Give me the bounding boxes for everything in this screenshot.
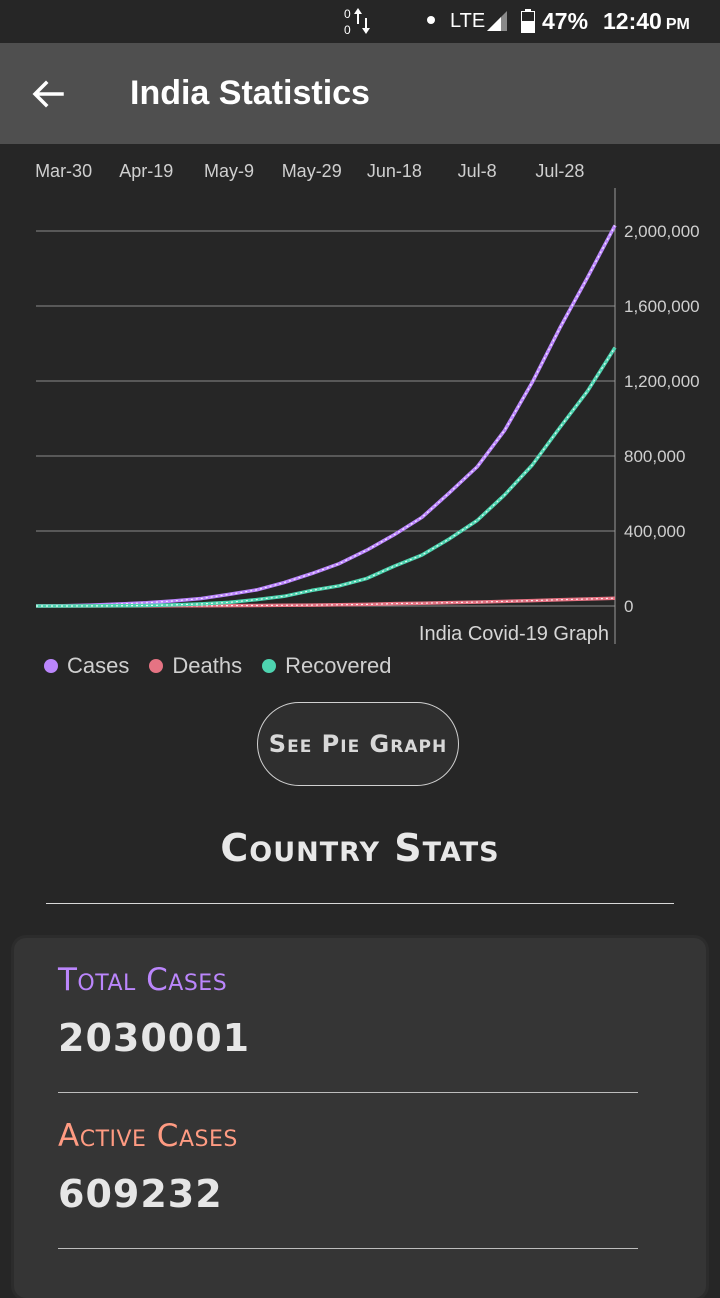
x-axis-ticks: Mar-30 Apr-19 May-9 May-29 Jun-18 Jul-8 Jul-28 [35, 161, 584, 181]
battery-percentage: 47% [542, 8, 589, 34]
active-cases-value: 609232 [58, 1172, 223, 1216]
stats-card: Total Cases 2030001 Active Cases 609232 [14, 938, 706, 1298]
legend-dot-icon [262, 659, 277, 673]
see-pie-graph-button[interactable]: See Pie Graph [257, 702, 459, 786]
clock: 12:40 PM [603, 8, 690, 35]
x-tick-label: Jun-18 [367, 161, 422, 181]
notification-dot-icon [427, 16, 435, 24]
x-tick-label: Jul-8 [458, 161, 497, 181]
clock-ampm: PM [665, 16, 690, 33]
line-chart: Mar-30 Apr-19 May-9 May-29 Jun-18 Jul-8 Jul-28… [35, 161, 700, 645]
legend-dot-icon [149, 659, 164, 673]
x-tick-label: Jul-28 [535, 161, 584, 181]
data-activity-icon: 0 0 [344, 7, 370, 37]
x-tick-label: May-29 [282, 161, 342, 181]
chart-caption: India Covid-19 Graph [419, 623, 609, 645]
y-tick-label: 2,000,000 [624, 222, 700, 241]
x-tick-label: Mar-30 [35, 161, 92, 181]
y-tick-label: 0 [624, 597, 633, 616]
chart-legend: Cases Deaths Recovered [44, 652, 411, 680]
legend-item-cases: Cases [44, 653, 129, 679]
status-bar: 0 0 LTE 47% 12:40 PM [0, 0, 720, 43]
total-cases-value: 2030001 [58, 1016, 251, 1060]
data-up-count: 0 [344, 7, 351, 21]
total-cases-label: Total Cases [58, 962, 228, 998]
x-tick-label: Apr-19 [119, 161, 173, 181]
series-line-cases [35, 224, 617, 608]
x-tick-label: May-9 [204, 161, 254, 181]
signal-strength-icon [487, 11, 507, 31]
chart-grid [36, 230, 615, 607]
chart-series [35, 224, 617, 608]
network-type: LTE [450, 10, 486, 32]
battery-icon [521, 9, 535, 33]
y-tick-label: 1,600,000 [624, 297, 700, 316]
y-axis-ticks: 0 400,000 800,000 1,200,000 1,600,000 2,000,0… [624, 222, 700, 616]
legend-item-recovered: Recovered [262, 653, 391, 679]
page-title: India Statistics [130, 74, 370, 112]
country-stats-title: Country Stats [220, 826, 500, 870]
active-cases-label: Active Cases [58, 1118, 238, 1154]
divider [58, 1248, 638, 1249]
y-tick-label: 1,200,000 [624, 372, 700, 391]
data-down-count: 0 [344, 23, 351, 37]
divider [46, 903, 674, 904]
legend-dot-icon [44, 659, 58, 673]
legend-label: Recovered [285, 653, 392, 678]
arrow-left-icon[interactable] [28, 76, 68, 112]
series-points-cases [35, 225, 616, 607]
clock-time: 12:40 [603, 8, 662, 34]
app-bar: India Statistics [0, 43, 720, 144]
legend-label: Deaths [172, 653, 243, 678]
y-tick-label: 400,000 [624, 522, 685, 541]
legend-label: Cases [67, 653, 130, 678]
y-tick-label: 800,000 [624, 447, 685, 466]
divider [58, 1092, 638, 1093]
legend-item-deaths: Deaths [149, 653, 242, 679]
